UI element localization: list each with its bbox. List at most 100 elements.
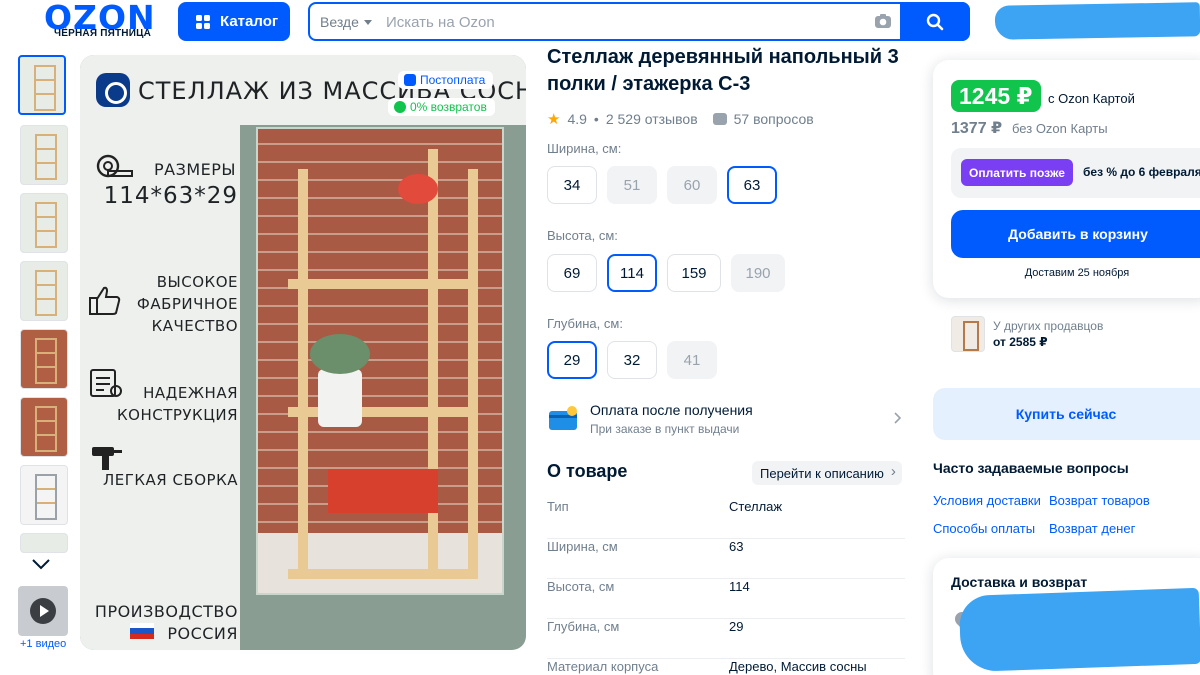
reviews-link[interactable]: 2 529 отзывов <box>606 111 698 127</box>
chevron-down-icon[interactable] <box>30 557 52 571</box>
pay-later-button[interactable]: Оплатить позже <box>961 159 1073 186</box>
other-sellers-price: от 2585 ₽ <box>993 335 1048 349</box>
width-option[interactable]: 34 <box>547 166 597 204</box>
height-option[interactable]: 190 <box>731 254 785 292</box>
ozon-logo[interactable]: OZON ЧЁРНАЯ ПЯТНИЦА <box>44 0 164 42</box>
thumbnail-8[interactable] <box>20 533 68 553</box>
product-title: Стеллаж деревянный напольный 3 полки / э… <box>547 46 899 95</box>
search-photo-icon[interactable] <box>96 73 130 107</box>
postoplata-chip: Постоплата <box>398 71 494 89</box>
video-count-label[interactable]: +1 видео <box>20 638 66 650</box>
price-with-card: 1245 ₽ <box>951 80 1041 112</box>
payment-subtitle: При заказе в пункт выдачи <box>590 422 740 436</box>
spec-key: Тип <box>547 499 569 514</box>
spec-value: 114 <box>729 579 750 594</box>
depth-option[interactable]: 32 <box>607 341 657 379</box>
price-regular-label: без Ozon Карты <box>1012 121 1108 136</box>
sizes-label: РАЗМЕРЫ <box>153 160 236 179</box>
price-regular: 1377 ₽ <box>951 120 1003 137</box>
search-bar: Везде <box>308 2 970 41</box>
catalog-grid-icon <box>196 14 210 29</box>
chevron-down-icon <box>363 19 372 25</box>
rating-row[interactable]: ★ 4.9 • 2 529 отзывов 57 вопросов <box>547 110 814 128</box>
height-label: Высота, см: <box>547 228 618 243</box>
price-with-card-label: с Ozon Картой <box>1048 91 1135 106</box>
star-icon: ★ <box>547 111 561 128</box>
depth-label: Глубина, см: <box>547 316 623 331</box>
payment-title: Оплата после получения <box>590 402 753 418</box>
depth-option[interactable]: 29 <box>547 341 597 379</box>
returns-chip: 0% возвратов <box>388 98 495 116</box>
thumbnail-5[interactable] <box>20 329 68 389</box>
russia-flag-icon <box>130 623 154 639</box>
spec-row: Материал корпуса Дерево, Массив сосны <box>547 659 905 675</box>
sizes-value: 114*63*29 <box>103 183 238 209</box>
dot-separator: • <box>593 111 599 127</box>
search-input[interactable] <box>386 12 866 32</box>
faq-link-refund[interactable]: Возврат денег <box>1049 521 1135 536</box>
construction-line-2: КОНСТРУКЦИЯ <box>117 406 238 424</box>
payment-after-receipt[interactable]: Оплата после получения При заказе в пунк… <box>547 400 905 440</box>
height-option[interactable]: 114 <box>607 254 657 292</box>
seller-product-image <box>951 316 985 352</box>
video-thumbnail[interactable] <box>18 586 68 636</box>
buy-now-button[interactable]: Купить сейчас <box>933 388 1200 440</box>
returns-label: 0% возвратов <box>410 100 487 114</box>
width-option[interactable]: 51 <box>607 166 657 204</box>
catalog-button[interactable]: Каталог <box>178 2 290 41</box>
drill-icon <box>92 447 122 470</box>
main-product-image[interactable]: СТЕЛЛАЖ ИЗ МАССИВА СОСНЫ Постоплата 0% в… <box>80 55 526 650</box>
camera-icon[interactable] <box>874 12 892 30</box>
thumbnail-1[interactable] <box>18 55 66 115</box>
height-option[interactable]: 159 <box>667 254 721 292</box>
redaction-scribble <box>958 587 1200 673</box>
header: OZON ЧЁРНАЯ ПЯТНИЦА Каталог Везде <box>0 0 1200 48</box>
spec-key: Высота, см <box>547 579 615 594</box>
depth-option[interactable]: 41 <box>667 341 717 379</box>
logo-subtitle: ЧЁРНАЯ ПЯТНИЦА <box>54 28 152 39</box>
tape-measure-icon <box>96 154 133 178</box>
assembly-label: ЛЕГКАЯ СБОРКА <box>102 471 238 489</box>
spec-value: Стеллаж <box>729 499 783 514</box>
redaction-scribble <box>994 2 1200 40</box>
spec-key: Ширина, см <box>547 539 618 554</box>
spec-value: 63 <box>729 539 744 554</box>
quality-line-1: ВЫСОКОЕ <box>156 273 238 291</box>
thumbnail-2[interactable] <box>20 125 68 185</box>
delivery-date: Доставим 25 ноября <box>1024 267 1130 279</box>
other-sellers[interactable]: У других продавцов от 2585 ₽ <box>951 316 1200 354</box>
chevron-right-icon <box>894 412 901 424</box>
height-option[interactable]: 69 <box>547 254 597 292</box>
about-title: О товаре <box>547 461 628 481</box>
thumbnail-3[interactable] <box>20 193 68 253</box>
depth-options: 29 32 41 <box>547 341 717 379</box>
buy-card: 1245 ₽ с Ozon Картой 1377 ₽ без Ozon Кар… <box>933 60 1200 298</box>
pay-later-block[interactable]: Оплатить позже без % до 6 февраля <box>951 148 1200 198</box>
faq-link-payment[interactable]: Способы оплаты <box>933 521 1035 536</box>
payment-card-icon <box>549 406 577 430</box>
thumbnail-6[interactable] <box>20 397 68 457</box>
construction-line-1: НАДЕЖНАЯ <box>143 384 238 402</box>
thumbnail-7[interactable] <box>20 465 68 525</box>
questions-link[interactable]: 57 вопросов <box>734 111 814 127</box>
checklist-icon <box>90 369 122 397</box>
faq-link-returns[interactable]: Возврат товаров <box>1049 493 1150 508</box>
add-to-cart-button[interactable]: Добавить в корзину <box>951 210 1200 258</box>
faq-link-delivery[interactable]: Условия доставки <box>933 493 1041 508</box>
spec-row: Высота, см 114 <box>547 579 905 619</box>
spec-value: Дерево, Массив сосны <box>729 659 867 674</box>
thumbs-up-icon <box>89 286 121 315</box>
thumbnail-4[interactable] <box>20 261 68 321</box>
pay-later-text: без % до 6 февраля <box>1083 165 1200 179</box>
quality-line-3: КАЧЕСТВО <box>151 317 238 335</box>
search-button[interactable] <box>900 2 970 41</box>
search-scope-label: Везде <box>320 14 359 30</box>
question-icon <box>712 113 727 125</box>
production-label: ПРОИЗВОДСТВО <box>94 602 238 621</box>
search-scope-select[interactable]: Везде <box>320 14 372 30</box>
width-label: Ширина, см: <box>547 141 622 156</box>
go-to-description-button[interactable]: Перейти к описанию <box>752 461 902 485</box>
width-option[interactable]: 60 <box>667 166 717 204</box>
width-option[interactable]: 63 <box>727 166 777 204</box>
spec-row: Глубина, см 29 <box>547 619 905 659</box>
